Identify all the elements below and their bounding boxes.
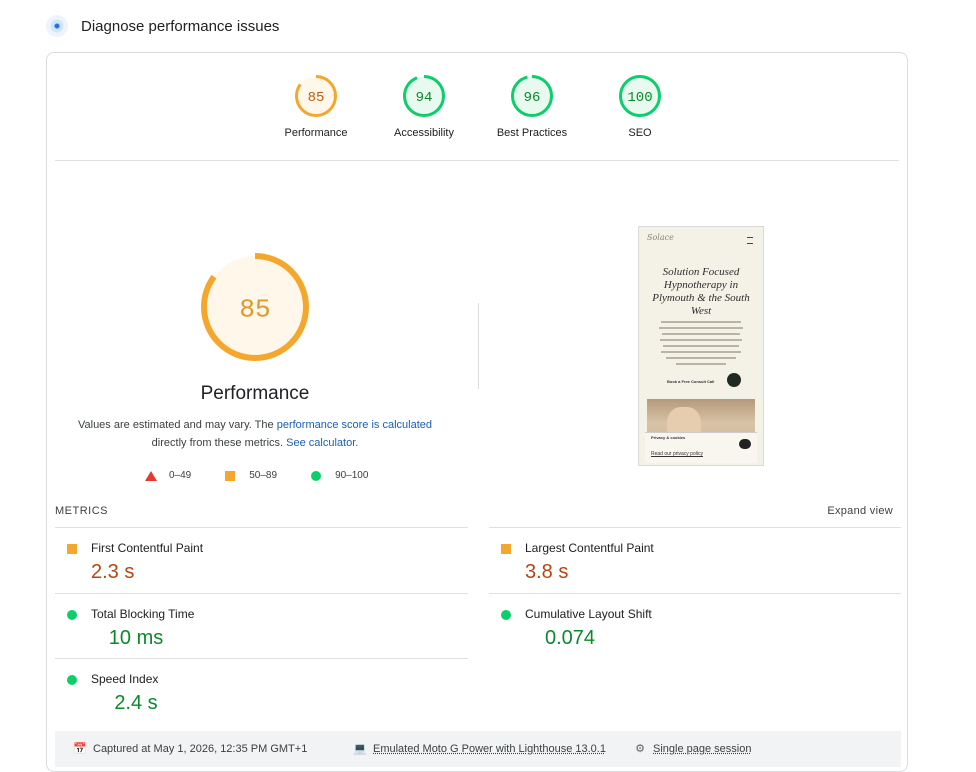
body-text-lines bbox=[659, 321, 743, 369]
pass-circle-icon bbox=[501, 610, 511, 620]
session-icon: ⚙ bbox=[635, 743, 645, 755]
metric-fcp: First Contentful Paint 2.3 s bbox=[55, 530, 455, 590]
lighthouse-icon bbox=[46, 15, 68, 37]
divider bbox=[55, 160, 899, 161]
page-header: Diagnose performance issues bbox=[46, 12, 279, 40]
site-logo: Solace bbox=[647, 233, 674, 242]
hamburger-icon bbox=[747, 237, 753, 244]
average-square-icon bbox=[67, 544, 77, 554]
performance-note: Values are estimated and may vary. The p… bbox=[77, 419, 432, 449]
average-square-icon bbox=[501, 544, 511, 554]
gauge-score: 100 bbox=[627, 90, 652, 106]
gauge-score: 85 bbox=[308, 90, 325, 106]
gauge-seo[interactable]: 100 SEO bbox=[595, 73, 685, 139]
expand-view-button[interactable]: Expand view bbox=[827, 505, 893, 517]
metrics-heading: METRICS bbox=[55, 505, 108, 517]
site-cta-text: Book a Free Consult Call bbox=[667, 379, 715, 384]
divider bbox=[55, 527, 468, 528]
gauge-score: 94 bbox=[416, 90, 433, 106]
gauge-accessibility[interactable]: 94 Accessibility bbox=[379, 73, 469, 139]
page-title: Diagnose performance issues bbox=[81, 17, 280, 35]
gauge-best-practices[interactable]: 96 Best Practices bbox=[487, 73, 577, 139]
site-headline: Solution Focused Hypnotherapy in Plymout… bbox=[652, 266, 750, 317]
final-screenshot[interactable]: Solace Solution Focused Hypnotherapy in … bbox=[638, 226, 764, 466]
metric-speed-index: Speed Index 2.4 s bbox=[55, 661, 455, 721]
lighthouse-report: 85 Performance 94 Accessibility 96 Best … bbox=[46, 52, 908, 772]
captured-info: 📅 Captured at May 1, 2026, 12:35 PM GMT+1 bbox=[73, 743, 308, 755]
cookie-ok-icon bbox=[739, 439, 751, 449]
device-info[interactable]: 💻 Emulated Moto G Power with Lighthouse 1… bbox=[353, 743, 606, 755]
vertical-divider bbox=[478, 303, 479, 389]
performance-big-gauge: 85 bbox=[201, 253, 309, 361]
divider bbox=[489, 527, 901, 528]
score-legend: 0–49 50–89 90–100 bbox=[145, 470, 402, 481]
fail-triangle-icon bbox=[145, 470, 157, 481]
device-icon: 💻 bbox=[353, 743, 367, 755]
arrow-button-icon bbox=[727, 373, 741, 387]
metric-lcp: Largest Contentful Paint 3.8 s bbox=[489, 530, 889, 590]
session-info[interactable]: ⚙ Single page session bbox=[633, 743, 751, 755]
pass-circle-icon bbox=[311, 470, 322, 481]
score-gauges: 85 Performance 94 Accessibility 96 Best … bbox=[47, 73, 907, 153]
gauge-score: 96 bbox=[524, 90, 541, 106]
metric-tbt: Total Blocking Time 10 ms bbox=[55, 596, 455, 656]
gauge-score-performance: 85 bbox=[239, 294, 270, 324]
gauge-performance[interactable]: 85 Performance bbox=[271, 73, 361, 139]
divider bbox=[55, 593, 468, 594]
metric-cls: Cumulative Layout Shift 0.074 bbox=[489, 596, 889, 656]
performance-score-link[interactable]: performance score is calculated bbox=[277, 419, 432, 431]
see-calculator-link[interactable]: See calculator. bbox=[286, 437, 358, 449]
pass-circle-icon bbox=[67, 675, 77, 685]
divider bbox=[55, 658, 468, 659]
calendar-icon: 📅 bbox=[73, 743, 87, 755]
pass-circle-icon bbox=[67, 610, 77, 620]
divider bbox=[489, 593, 901, 594]
performance-title: Performance bbox=[200, 383, 310, 404]
average-square-icon bbox=[225, 470, 236, 481]
